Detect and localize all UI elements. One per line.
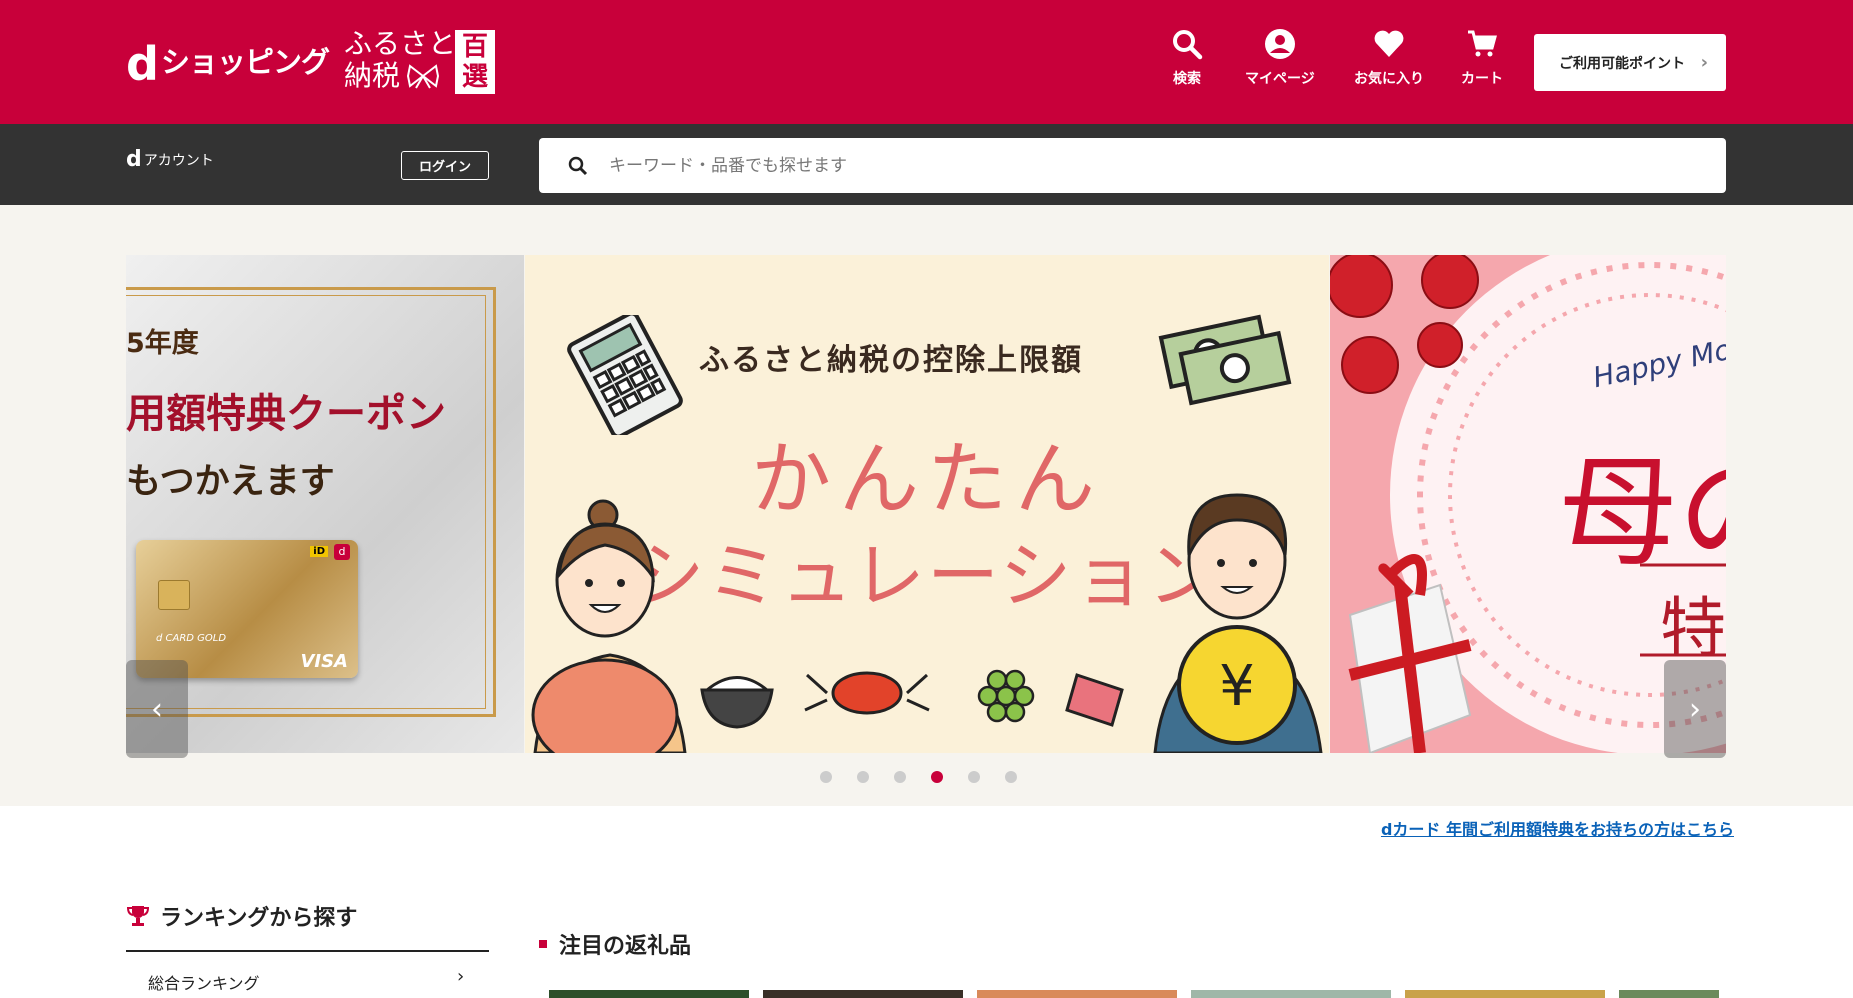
ranking-section-title: ランキングから探す bbox=[126, 900, 357, 932]
user-circle-icon bbox=[1264, 29, 1295, 59]
dcard-gold-image: iD d d CARD GOLD VISA bbox=[136, 540, 358, 678]
carousel-dot[interactable] bbox=[1005, 771, 1017, 783]
trophy-icon bbox=[126, 906, 150, 926]
chevron-right-icon: › bbox=[1700, 52, 1708, 73]
product-thumbnail[interactable] bbox=[1191, 990, 1391, 998]
nav-cart[interactable]: カート bbox=[1461, 28, 1503, 88]
mothers-toku-text: 特 bbox=[1660, 590, 1726, 667]
slide-year-text: 5年度 bbox=[126, 328, 199, 359]
carousel-prev-button[interactable]: ‹ bbox=[126, 660, 188, 758]
carousel-dots bbox=[820, 771, 1017, 783]
slide-top-text: ふるさと納税の控除上限額 bbox=[699, 343, 1083, 378]
svg-text:¥: ¥ bbox=[1219, 654, 1255, 719]
product-thumbnail[interactable] bbox=[977, 990, 1177, 998]
cart-icon bbox=[1468, 30, 1497, 57]
furusato-line2: 納税 bbox=[344, 59, 401, 92]
carousel-dot[interactable] bbox=[968, 771, 980, 783]
card-chip bbox=[158, 580, 190, 610]
available-points-button[interactable]: ご利用可能ポイント › bbox=[1534, 34, 1726, 91]
card-id-badge: iD bbox=[310, 546, 328, 557]
site-header: d ショッピング ふるさと 納税 百 選 検索 マイページ お気に入り カート … bbox=[0, 0, 1853, 124]
card-d-logo: d bbox=[334, 544, 350, 560]
chevron-right-icon[interactable]: › bbox=[457, 966, 464, 987]
furusato-line1: ふるさと bbox=[344, 27, 457, 60]
featured-thumbnails bbox=[549, 990, 1719, 998]
nav-favorites-label: お気に入り bbox=[1354, 71, 1424, 87]
slide-coupon-text: 用額特典クーポン bbox=[126, 391, 446, 437]
card-visa: VISA bbox=[300, 651, 348, 672]
product-thumbnail[interactable] bbox=[549, 990, 749, 998]
login-button[interactable]: ログイン bbox=[401, 151, 489, 180]
man-illustration: ¥ bbox=[1153, 493, 1323, 753]
search-box[interactable] bbox=[539, 138, 1726, 193]
banner-carousel: 5年度 用額特典クーポン もつかえます iD d d CARD GOLD VIS… bbox=[0, 205, 1853, 806]
chevron-right-icon: › bbox=[1689, 691, 1701, 727]
hyakusen-logo: 百 選 bbox=[455, 30, 495, 94]
search-input[interactable] bbox=[607, 154, 1607, 177]
food-illustrations bbox=[700, 669, 1124, 729]
account-search-bar: d アカウント ログイン bbox=[0, 124, 1853, 205]
nav-mypage[interactable]: マイページ bbox=[1245, 28, 1315, 88]
product-thumbnail[interactable] bbox=[763, 990, 963, 998]
section-marker bbox=[539, 940, 547, 948]
d-account-logo: d アカウント bbox=[126, 147, 214, 172]
carousel-next-button[interactable]: › bbox=[1664, 660, 1726, 758]
dcard-benefit-link[interactable]: dカード 年間ご利用額特典をお持ちの方はこちら bbox=[1381, 816, 1734, 840]
nav-favorites[interactable]: お気に入り bbox=[1354, 28, 1424, 88]
card-brand: d CARD GOLD bbox=[156, 633, 227, 644]
nav-cart-label: カート bbox=[1461, 71, 1503, 87]
nav-search[interactable]: 検索 bbox=[1171, 28, 1203, 88]
slide-usable-text: もつかえます bbox=[126, 462, 335, 502]
featured-title-text: 注目の返礼品 bbox=[559, 934, 692, 959]
ribbon-icon bbox=[406, 64, 440, 89]
ranking-divider bbox=[126, 950, 489, 952]
search-icon bbox=[568, 156, 588, 175]
carousel-dot-active[interactable] bbox=[931, 771, 943, 783]
carousel-dot[interactable] bbox=[894, 771, 906, 783]
featured-section-title: 注目の返礼品 bbox=[539, 928, 691, 960]
ranking-item-overall[interactable]: 総合ランキング bbox=[148, 970, 260, 994]
nav-search-label: 検索 bbox=[1173, 71, 1201, 87]
points-label: ご利用可能ポイント bbox=[1559, 55, 1685, 72]
d-shopping-logo[interactable]: d ショッピング bbox=[126, 38, 330, 88]
chevron-left-icon: ‹ bbox=[151, 691, 163, 727]
heart-icon bbox=[1374, 30, 1404, 57]
banner-slide-simulation[interactable]: ふるさと納税の控除上限額 かんたん シミュレーション ¥ bbox=[525, 255, 1329, 753]
ranking-title-text: ランキングから探す bbox=[160, 906, 358, 931]
carousel-dot[interactable] bbox=[857, 771, 869, 783]
furusato-logo[interactable]: ふるさと 納税 bbox=[344, 28, 456, 92]
product-thumbnail[interactable] bbox=[1619, 990, 1719, 998]
mothers-big-text: 母の bbox=[1558, 444, 1726, 583]
woman-illustration bbox=[531, 499, 687, 753]
money-icon bbox=[1158, 314, 1292, 406]
nav-mypage-label: マイページ bbox=[1245, 71, 1315, 87]
carousel-dot[interactable] bbox=[820, 771, 832, 783]
product-thumbnail[interactable] bbox=[1405, 990, 1605, 998]
search-icon bbox=[1173, 30, 1203, 60]
